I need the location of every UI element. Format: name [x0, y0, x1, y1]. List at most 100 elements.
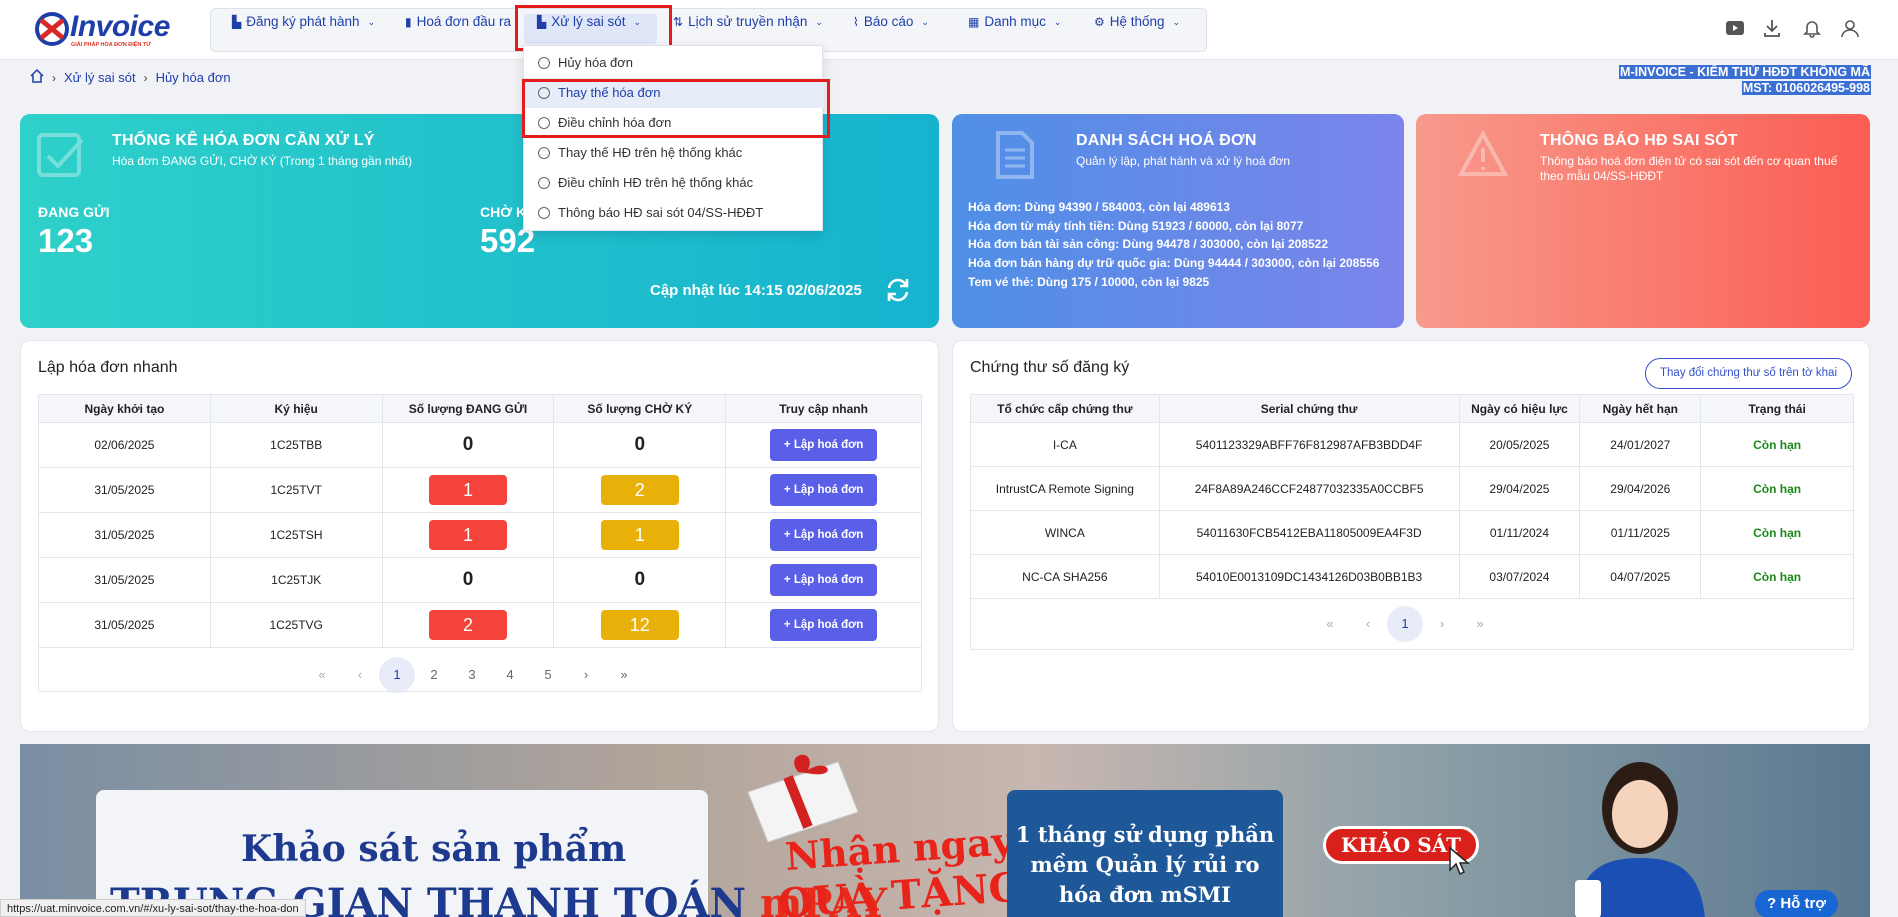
- create-invoice-button[interactable]: + Lập hoá đơn: [769, 474, 878, 506]
- menu-item-cancel-invoice[interactable]: Hủy hóa đơn: [524, 48, 824, 78]
- usage-line: Hóa đơn: Dùng 94390 / 584003, còn lại 48…: [968, 200, 1230, 214]
- action-cell: + Lập hoá đơn: [725, 557, 922, 603]
- table-row: 31/05/2025 1C25TJK 0 0 + Lập hoá đơn: [38, 557, 922, 603]
- chevron-down-icon: ⌄: [1053, 17, 1062, 27]
- menu-item-adjust-invoice[interactable]: Điều chỉnh hóa đơn: [524, 108, 824, 138]
- page-button[interactable]: 1: [1387, 606, 1423, 642]
- company-tax-code: MST: 0106026495-998: [1741, 81, 1871, 95]
- home-icon[interactable]: [30, 68, 44, 86]
- waiting-count[interactable]: 2: [600, 475, 679, 505]
- create-invoice-label: Lập hoá đơn: [793, 484, 864, 496]
- offer-text: 1 tháng sử dụng phần mềm Quản lý rủi ro …: [1015, 822, 1275, 907]
- document-list-icon: [996, 131, 1034, 179]
- chevron-right-icon: ›: [52, 70, 56, 85]
- circle-icon: [538, 207, 550, 219]
- sending-count[interactable]: 1: [428, 520, 507, 550]
- menu-item-replace-invoice[interactable]: Thay thế hóa đơn: [524, 78, 824, 108]
- waiting-cell: 1: [553, 512, 727, 558]
- nav-transfer-history[interactable]: ⇅ Lịch sử truyền nhận ⌄: [673, 0, 823, 44]
- code-cell: 1C25TBB: [209, 422, 383, 468]
- nav-system[interactable]: ⚙ Hệ thống ⌄: [1094, 0, 1180, 44]
- cert-org-cell: WINCA: [970, 510, 1160, 555]
- waiting-cell: 0: [553, 557, 727, 603]
- change-certificate-button[interactable]: Thay đổi chứng thư số trên tờ khai: [1645, 358, 1852, 389]
- user-icon[interactable]: [1838, 18, 1862, 42]
- offer-panel: 1 tháng sử dụng phần mềm Quản lý rủi ro …: [1007, 790, 1283, 917]
- date-cell: 31/05/2025: [38, 467, 211, 513]
- cert-serial-cell: 24F8A89A246CCF24877032335A0CCBF5: [1158, 466, 1460, 511]
- column-header: Tổ chức cấp chứng thư: [970, 394, 1160, 423]
- column-header: Số lượng CHỜ KÝ: [553, 394, 727, 423]
- logo[interactable]: Invoice GIẢI PHÁP HÓA ĐƠN ĐIỆN TỬ: [33, 10, 173, 50]
- sending-count[interactable]: 1: [428, 475, 507, 505]
- cert-status-cell: Còn hạn: [1700, 422, 1854, 467]
- create-invoice-button[interactable]: + Lập hoá đơn: [769, 429, 878, 461]
- nav-output-invoice-label: Hoá đơn đầu ra: [416, 14, 512, 29]
- waiting-cell: 0: [553, 422, 727, 468]
- breadcrumb-item-error-handling[interactable]: Xử lý sai sót: [64, 70, 136, 85]
- date-value: 31/05/2025: [94, 618, 155, 632]
- date-value: 31/05/2025: [94, 483, 155, 497]
- quick-invoice-title: Lập hóa đơn nhanh: [38, 359, 178, 376]
- code-cell: 1C25TJK: [209, 557, 383, 603]
- code-cell: 1C25TSH: [209, 512, 383, 558]
- prev-page-button[interactable]: ‹: [1349, 607, 1387, 641]
- person-illustration: [1575, 762, 1705, 917]
- next-page-button[interactable]: ›: [1423, 607, 1461, 641]
- create-invoice-button[interactable]: + Lập hoá đơn: [769, 519, 878, 551]
- table-row: 31/05/2025 1C25TSH 1 1 + Lập hoá đơn: [38, 512, 922, 558]
- menu-item-error-notice[interactable]: Thông báo HĐ sai sót 04/SS-HĐĐT: [524, 198, 824, 228]
- waiting-count[interactable]: 1: [600, 520, 679, 550]
- column-header: Ngày có hiệu lực: [1458, 394, 1581, 423]
- refresh-icon[interactable]: [884, 276, 912, 304]
- nav-error-handling[interactable]: ▙ Xử lý sai sót ⌄: [537, 0, 641, 44]
- cert-org-cell: I-CA: [970, 422, 1160, 467]
- bell-icon[interactable]: [1800, 18, 1824, 42]
- gear-icon: ⚙: [1094, 15, 1105, 29]
- download-icon[interactable]: [1760, 18, 1784, 42]
- create-invoice-label: Lập hoá đơn: [793, 619, 864, 631]
- cert-serial-cell: 54010E0013109DC1434126D03B0BB1B3: [1158, 554, 1460, 599]
- circle-icon: [538, 57, 550, 69]
- quick-invoice-table: Ngày khởi tạo Ký hiệu Số lượng ĐANG GỬI …: [38, 394, 922, 648]
- nav-register[interactable]: ▙ Đăng ký phát hành ⌄: [232, 0, 375, 44]
- table-row: I-CA 5401123329ABFF76F812987AFB3BDD4F 20/0…: [970, 422, 1854, 467]
- last-page-button[interactable]: »: [1461, 607, 1499, 641]
- youtube-icon[interactable]: [1723, 18, 1747, 42]
- nav-reports[interactable]: ⌇ Báo cáo ⌄: [853, 0, 929, 44]
- menu-item-label: Thông báo HĐ sai sót 04/SS-HĐĐT: [558, 205, 764, 220]
- breadcrumb-item-cancel-invoice[interactable]: Hủy hóa đơn: [156, 70, 231, 85]
- transfer-icon: ⇅: [673, 15, 684, 29]
- waiting-count[interactable]: 12: [600, 610, 679, 640]
- menu-item-adjust-other-system[interactable]: Điều chỉnh HĐ trên hệ thống khác: [524, 168, 824, 198]
- plus-icon: +: [783, 484, 794, 496]
- register-icon: ▙: [232, 15, 242, 29]
- error-notice-card[interactable]: THÔNG BÁO HĐ SAI SÓT Thông báo hoá đơn đ…: [1416, 114, 1870, 328]
- document-icon: ▮: [405, 15, 412, 29]
- menu-item-replace-other-system[interactable]: Thay thế HĐ trên hệ thống khác: [524, 138, 824, 168]
- date-cell: 02/06/2025: [38, 422, 211, 468]
- sending-value[interactable]: 123: [38, 222, 93, 260]
- circle-icon: [538, 87, 550, 99]
- stats-card-subtitle: Hóa đơn ĐANG GỬI, CHỜ KÝ (Trong 1 tháng …: [112, 154, 413, 168]
- chart-icon: ⌇: [853, 15, 859, 29]
- cert-serial-cell: 54011630FCB5412EBA11805009EA4F3D: [1158, 510, 1460, 555]
- create-invoice-button[interactable]: + Lập hoá đơn: [769, 609, 878, 641]
- date-cell: 31/05/2025: [38, 512, 211, 558]
- create-invoice-button[interactable]: + Lập hoá đơn: [769, 564, 878, 596]
- invoice-list-card[interactable]: DANH SÁCH HOÁ ĐƠN Quản lý lập, phát hành…: [952, 114, 1404, 328]
- nav-output-invoice[interactable]: ▮ Hoá đơn đầu ra: [405, 0, 511, 44]
- promo-banner[interactable]: Khảo sát sản phẩm TRUNG GIAN THANH TOÁN …: [20, 744, 1870, 917]
- cert-to-cell: 29/04/2026: [1579, 466, 1702, 511]
- plus-icon: +: [783, 574, 794, 586]
- sending-count[interactable]: 2: [428, 610, 507, 640]
- code-value: 1C25TBB: [270, 438, 323, 452]
- top-bar: Invoice GIẢI PHÁP HÓA ĐƠN ĐIỆN TỬ ▙ Đăng…: [0, 0, 1898, 60]
- plus-icon: +: [783, 619, 794, 631]
- certificates-table: Tổ chức cấp chứng thư Serial chứng thư N…: [970, 394, 1854, 599]
- help-button[interactable]: ? Hỗ trợ: [1755, 890, 1839, 917]
- first-page-button[interactable]: «: [1311, 607, 1349, 641]
- usage-line: Hóa đơn bán hàng dự trữ quốc gia: Dùng 9…: [968, 255, 1380, 270]
- cert-from-cell: 20/05/2025: [1458, 422, 1581, 467]
- nav-catalog[interactable]: ▦ Danh mục ⌄: [968, 0, 1061, 44]
